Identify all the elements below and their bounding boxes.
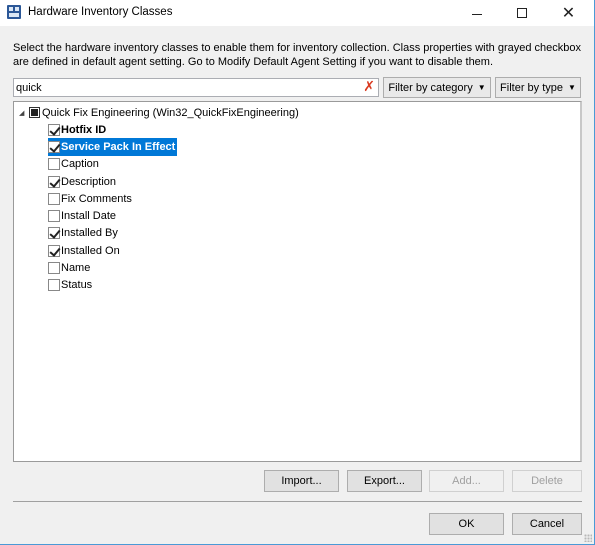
- tree-item[interactable]: Description: [48, 173, 177, 190]
- tree-root-label: Quick Fix Engineering (Win32_QuickFixEng…: [42, 106, 299, 119]
- unchecked-checkbox[interactable]: [48, 192, 60, 205]
- delete-button[interactable]: Delete: [512, 470, 582, 492]
- tree-item-label: Installed By: [61, 227, 118, 240]
- cancel-button[interactable]: Cancel: [512, 513, 582, 535]
- clear-search-icon[interactable]: ✗: [363, 79, 375, 96]
- collapse-arrow-icon[interactable]: ◢: [19, 109, 29, 117]
- tree-item-label: Service Pack In Effect: [61, 140, 176, 153]
- tree-item-label: Status: [61, 279, 93, 292]
- tree-item-label: Fix Comments: [61, 192, 132, 205]
- dropdown-arrow-icon: ▼: [568, 83, 576, 92]
- search-field[interactable]: ✗: [13, 78, 379, 97]
- tree-item-label: Name: [61, 262, 91, 275]
- close-button[interactable]: ✕: [546, 0, 591, 26]
- tree-item[interactable]: Service Pack In Effect: [48, 138, 178, 156]
- add-button[interactable]: Add...: [429, 470, 504, 492]
- minimize-button[interactable]: [454, 0, 499, 26]
- checked-checkbox[interactable]: [48, 140, 60, 153]
- ok-button[interactable]: OK: [429, 513, 504, 535]
- maximize-button[interactable]: [499, 0, 544, 26]
- inventory-class-tree[interactable]: ◢ Quick Fix Engineering (Win32_QuickFixE…: [13, 101, 582, 462]
- checked-checkbox[interactable]: [48, 244, 60, 257]
- tree-item[interactable]: Installed On: [48, 242, 177, 259]
- tree-item[interactable]: Fix Comments: [48, 190, 177, 207]
- tree-item[interactable]: Install Date: [48, 207, 177, 224]
- tree-item-label: Install Date: [61, 210, 117, 223]
- tree-item[interactable]: Name: [48, 259, 177, 276]
- close-icon: ✕: [561, 3, 576, 22]
- hardware-inventory-dialog: Hardware Inventory Classes ✕ Select the …: [0, 0, 595, 545]
- checked-checkbox[interactable]: [48, 175, 60, 188]
- tree-item-label: Hotfix ID: [61, 123, 107, 136]
- resize-grip-icon[interactable]: [584, 534, 592, 542]
- search-input[interactable]: [14, 79, 354, 96]
- minimize-icon: [471, 13, 482, 15]
- title-bar[interactable]: Hardware Inventory Classes ✕: [0, 0, 594, 26]
- unchecked-checkbox[interactable]: [48, 262, 60, 275]
- property-list: Hotfix ID Service Pack In Effect Caption De…: [48, 121, 178, 294]
- filter-by-type-dropdown[interactable]: Filter by type ▼: [495, 77, 581, 98]
- window-title: Hardware Inventory Classes: [28, 6, 173, 18]
- tree-item[interactable]: Status: [48, 277, 177, 294]
- instructions-text: Select the hardware inventory classes to…: [13, 42, 582, 68]
- unchecked-checkbox[interactable]: [48, 279, 60, 292]
- tree-item-label: Caption: [61, 158, 99, 171]
- tree-item[interactable]: Hotfix ID: [48, 121, 177, 138]
- unchecked-checkbox[interactable]: [48, 158, 60, 171]
- tree-item-label: Installed On: [61, 244, 120, 257]
- indeterminate-checkbox[interactable]: [29, 107, 40, 118]
- checked-checkbox[interactable]: [48, 227, 60, 240]
- filter-by-type-label: Filter by type: [500, 81, 564, 94]
- unchecked-checkbox[interactable]: [48, 210, 60, 223]
- tree-item[interactable]: Installed By: [48, 225, 177, 242]
- filter-by-category-dropdown[interactable]: Filter by category ▼: [383, 77, 491, 98]
- export-button[interactable]: Export...: [347, 470, 422, 492]
- tree-root-node[interactable]: ◢ Quick Fix Engineering (Win32_QuickFixE…: [19, 105, 299, 120]
- import-button[interactable]: Import...: [264, 470, 339, 492]
- filter-by-category-label: Filter by category: [388, 81, 473, 94]
- divider: [13, 501, 582, 502]
- tree-item[interactable]: Caption: [48, 156, 177, 173]
- dropdown-arrow-icon: ▼: [477, 83, 486, 92]
- maximize-icon: [516, 8, 527, 18]
- hardware-inventory-icon: [7, 5, 21, 19]
- tree-item-label: Description: [61, 175, 117, 188]
- checked-checkbox[interactable]: [48, 123, 60, 136]
